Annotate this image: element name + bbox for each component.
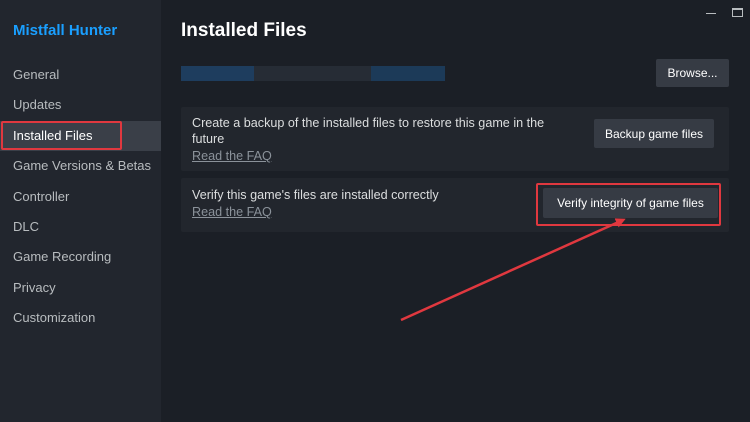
path-segment: [371, 66, 445, 81]
install-path-bar: [181, 66, 445, 81]
verify-description: Verify this game's files are installed c…: [192, 187, 492, 220]
sidebar-item-game-versions-betas[interactable]: Game Versions & Betas: [0, 151, 161, 181]
sidebar-item-controller[interactable]: Controller: [0, 182, 161, 212]
sidebar-item-updates[interactable]: Updates: [0, 90, 161, 120]
browse-button[interactable]: Browse...: [656, 59, 729, 87]
path-segment: [181, 66, 254, 81]
sidebar-item-installed-files[interactable]: Installed Files: [0, 120, 161, 152]
sidebar: Mistfall Hunter General Updates Installe…: [0, 0, 161, 422]
verify-integrity-button[interactable]: Verify integrity of game files: [543, 188, 718, 218]
minimize-icon[interactable]: [698, 0, 724, 24]
sidebar-nav: General Updates Installed Files Game Ver…: [0, 60, 161, 334]
sidebar-item-dlc[interactable]: DLC: [0, 212, 161, 242]
backup-row: Create a backup of the installed files t…: [181, 107, 729, 171]
window-controls: [698, 0, 750, 24]
backup-description: Create a backup of the installed files t…: [192, 115, 572, 164]
path-segment: [254, 66, 371, 81]
arrow-line: [400, 218, 626, 322]
backup-game-files-button[interactable]: Backup game files: [594, 119, 714, 148]
sidebar-item-game-recording[interactable]: Game Recording: [0, 242, 161, 272]
maximize-icon[interactable]: [724, 0, 750, 24]
highlight-box: [1, 120, 122, 150]
sidebar-item-general[interactable]: General: [0, 60, 161, 90]
backup-faq-link[interactable]: Read the FAQ: [192, 148, 572, 164]
page-title: Installed Files: [181, 20, 307, 41]
verify-faq-link[interactable]: Read the FAQ: [192, 204, 492, 220]
backup-text: Create a backup of the installed files t…: [192, 116, 545, 146]
sidebar-item-customization[interactable]: Customization: [0, 303, 161, 333]
app-title: Mistfall Hunter: [13, 22, 118, 39]
main-panel: Installed Files Browse... Create a backu…: [161, 0, 750, 422]
verify-text: Verify this game's files are installed c…: [192, 188, 439, 202]
sidebar-item-privacy[interactable]: Privacy: [0, 273, 161, 303]
verify-row: Verify this game's files are installed c…: [181, 178, 729, 232]
